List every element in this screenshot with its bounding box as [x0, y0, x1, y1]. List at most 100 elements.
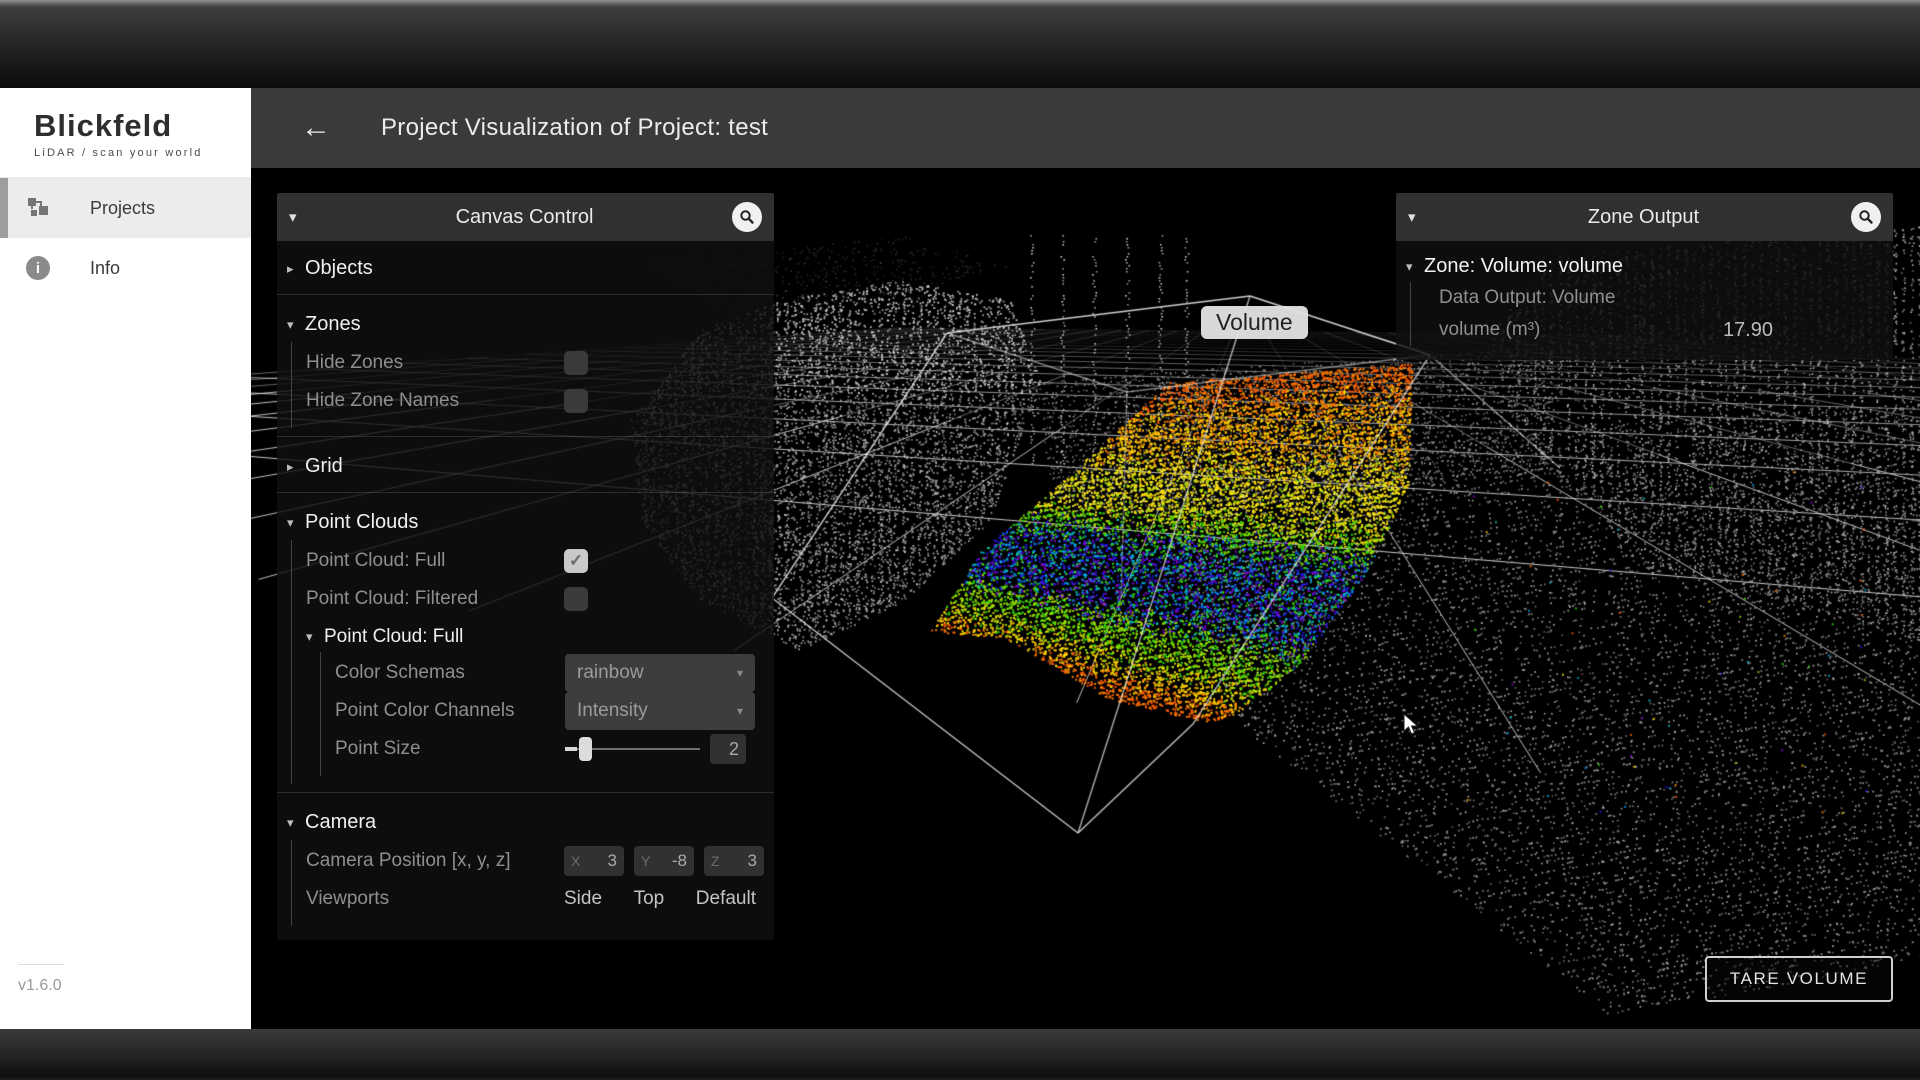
- zones-sub-block: Hide Zones ✓ Hide Zone Names ✓: [291, 342, 774, 428]
- version-block: v1.6.0: [18, 964, 64, 995]
- magnifier-icon[interactable]: [732, 202, 762, 232]
- zone-output-body: ▾ Zone: Volume: volume Data Output: Volu…: [1396, 241, 1893, 360]
- divider: [277, 792, 774, 793]
- volume-value: 17.90: [1723, 319, 1773, 342]
- chevron-down-icon: ▾: [737, 666, 743, 680]
- page-header: ← Project Visualization of Project: test: [251, 88, 1920, 168]
- point-color-channels-select[interactable]: Intensity ▾: [565, 692, 755, 730]
- row-label: Hide Zone Names: [306, 390, 564, 412]
- divider: [277, 294, 774, 295]
- chevron-right-icon: ▸: [287, 261, 303, 277]
- section-label: Point Cloud: Full: [324, 626, 463, 648]
- panel-title: Zone Output: [1436, 206, 1851, 229]
- section-label: Grid: [305, 455, 343, 478]
- chevron-down-icon: ▾: [306, 629, 322, 645]
- projects-icon: [26, 196, 50, 220]
- field-value: 3: [748, 851, 757, 871]
- row-label: Point Cloud: Filtered: [306, 588, 564, 610]
- row-label: Viewports: [306, 888, 564, 910]
- hide-zone-names-row: Hide Zone Names ✓: [306, 382, 760, 420]
- sidebar-item-projects[interactable]: Projects: [0, 178, 251, 238]
- sidebar-item-label: Info: [90, 258, 120, 279]
- point-size-row: Point Size 2: [335, 730, 746, 768]
- zone-volume-header[interactable]: ▾ Zone: Volume: volume: [1396, 247, 1893, 282]
- chevron-down-icon: ▾: [1406, 259, 1422, 275]
- section-camera[interactable]: ▾ Camera: [277, 801, 774, 840]
- window-bottom-bar: [0, 1029, 1920, 1080]
- viewports-row: Viewports Side Top Default: [306, 880, 760, 918]
- select-value: Intensity: [577, 700, 737, 722]
- zone-output-panel: ▾ Zone Output ▾ Zone: Volume: volume Dat…: [1396, 193, 1893, 360]
- viewport-default-link[interactable]: Default: [696, 888, 756, 910]
- point-size-slider[interactable]: [565, 748, 700, 750]
- pc-full-settings-header[interactable]: ▾ Point Cloud: Full: [306, 618, 760, 652]
- zone-title: Zone: Volume: volume: [1424, 255, 1623, 278]
- point-size-value[interactable]: 2: [710, 734, 746, 764]
- chevron-down-icon: ▾: [287, 515, 303, 531]
- volume-row: volume (m³) 17.90: [1411, 314, 1893, 346]
- row-label: Hide Zones: [306, 352, 564, 374]
- pc-filtered-checkbox[interactable]: ✓: [564, 587, 588, 611]
- chevron-down-icon: ▾: [287, 317, 303, 333]
- chevron-right-icon: ▸: [287, 459, 303, 475]
- collapse-triangle-icon[interactable]: ▾: [1408, 208, 1436, 226]
- section-point-clouds[interactable]: ▾ Point Clouds: [277, 501, 774, 540]
- row-label: Camera Position [x, y, z]: [306, 850, 564, 872]
- logo-tagline: LiDAR / scan your world: [34, 147, 251, 159]
- app-logo: Blickfeld LiDAR / scan your world: [0, 88, 251, 178]
- row-label: Point Color Channels: [335, 700, 565, 722]
- sidebar-item-info[interactable]: i Info: [0, 238, 251, 298]
- tare-volume-button[interactable]: TARE VOLUME: [1705, 956, 1893, 1002]
- magnifier-icon[interactable]: [1851, 202, 1881, 232]
- data-output-label: Data Output: Volume: [1439, 287, 1615, 309]
- viewport-side-link[interactable]: Side: [564, 888, 602, 910]
- sidebar-item-label: Projects: [90, 198, 155, 219]
- zone-output-header: ▾ Zone Output: [1396, 193, 1893, 241]
- divider: [277, 492, 774, 493]
- section-label: Objects: [305, 257, 373, 280]
- hide-zones-row: Hide Zones ✓: [306, 344, 760, 382]
- camera-position-row: Camera Position [x, y, z] X 3 Y -8 Z 3: [306, 842, 760, 880]
- pc-full-checkbox[interactable]: ✓: [564, 549, 588, 573]
- field-key: X: [571, 853, 608, 869]
- canvas-control-panel: ▾ Canvas Control ▸ Objects ▾ Zones Hide …: [277, 193, 774, 940]
- version-divider: [18, 964, 64, 965]
- field-key: Z: [711, 853, 748, 869]
- zone-name-tag: Volume: [1201, 306, 1308, 339]
- chevron-down-icon: ▾: [737, 704, 743, 718]
- camera-sub-block: Camera Position [x, y, z] X 3 Y -8 Z 3: [291, 840, 774, 926]
- app-version: v1.6.0: [18, 977, 64, 995]
- hide-zones-checkbox[interactable]: ✓: [564, 351, 588, 375]
- active-item-accent: [0, 178, 8, 238]
- section-label: Zones: [305, 313, 361, 336]
- volume-label: volume (m³): [1439, 319, 1540, 341]
- logo-wordmark: Blickfeld: [34, 108, 251, 144]
- info-icon: i: [26, 256, 50, 280]
- camera-x-field[interactable]: X 3: [564, 846, 624, 876]
- back-arrow-icon[interactable]: ←: [301, 113, 331, 143]
- data-output-row: Data Output: Volume: [1411, 282, 1893, 314]
- point-color-channels-row: Point Color Channels Intensity ▾: [335, 692, 746, 730]
- hide-zone-names-checkbox[interactable]: ✓: [564, 389, 588, 413]
- canvas-control-header: ▾ Canvas Control: [277, 193, 774, 241]
- camera-z-field[interactable]: Z 3: [704, 846, 764, 876]
- slider-thumb[interactable]: [579, 737, 592, 761]
- section-grid[interactable]: ▸ Grid: [277, 445, 774, 484]
- section-zones[interactable]: ▾ Zones: [277, 303, 774, 342]
- pc-filtered-row: Point Cloud: Filtered ✓: [306, 580, 760, 618]
- section-objects[interactable]: ▸ Objects: [277, 247, 774, 286]
- field-key: Y: [641, 853, 672, 869]
- viewport-top-link[interactable]: Top: [634, 888, 665, 910]
- camera-y-field[interactable]: Y -8: [634, 846, 694, 876]
- sidebar: Blickfeld LiDAR / scan your world Projec…: [0, 88, 251, 1029]
- color-schemas-select[interactable]: rainbow ▾: [565, 654, 755, 692]
- field-value: -8: [672, 851, 687, 871]
- zone-indent: Data Output: Volume volume (m³) 17.90: [1410, 282, 1893, 346]
- field-value: 3: [608, 851, 617, 871]
- divider: [277, 436, 774, 437]
- collapse-triangle-icon[interactable]: ▾: [289, 208, 317, 226]
- select-value: rainbow: [577, 662, 737, 684]
- window-top-bar: [0, 0, 1920, 88]
- row-label: Point Size: [335, 738, 565, 760]
- point-clouds-sub-block: Point Cloud: Full ✓ Point Cloud: Filtere…: [291, 540, 774, 784]
